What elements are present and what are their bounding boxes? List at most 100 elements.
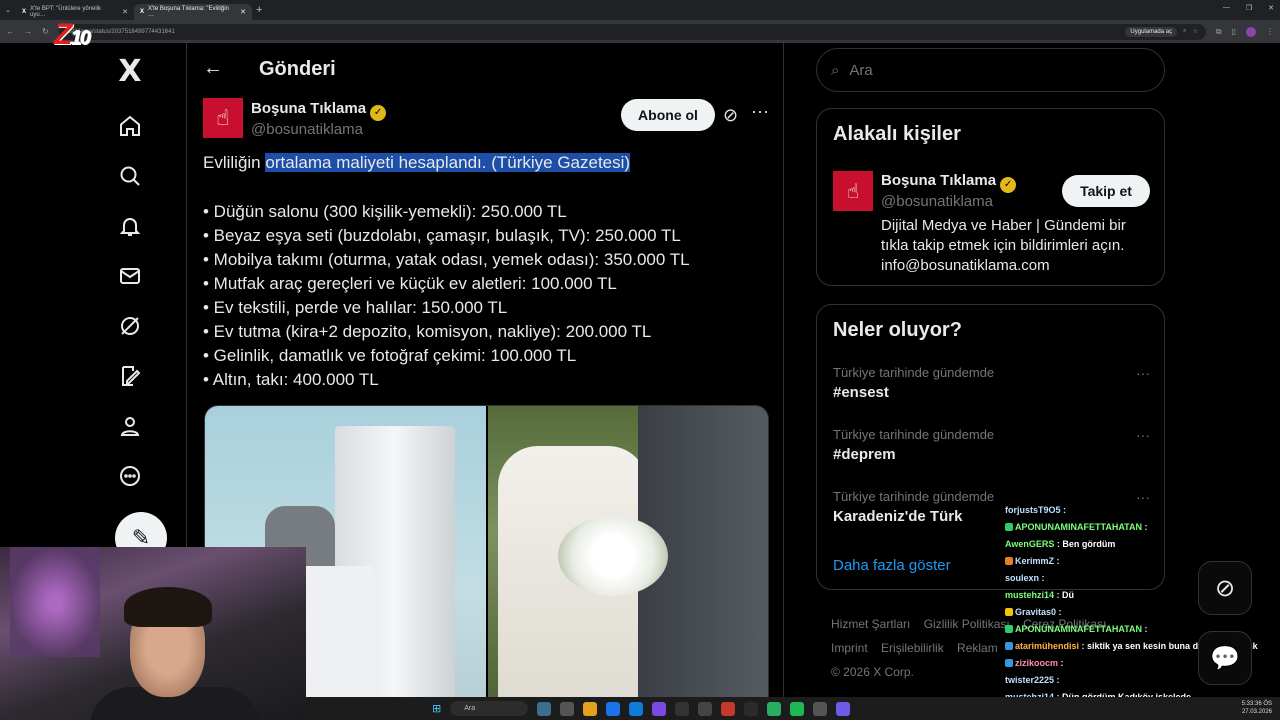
author-name[interactable]: Boşuna Tıklama xyxy=(251,100,366,117)
webcam-overlay xyxy=(0,547,306,720)
taskbar-chrome-icon[interactable] xyxy=(606,701,621,716)
taskbar-app-icon[interactable] xyxy=(698,701,713,716)
more-horizontal-icon[interactable]: ··· xyxy=(751,101,769,122)
list-item: • Mutfak araç gereçleri ve küçük ev alet… xyxy=(203,274,617,293)
tweet-intro: Evliliğin ortalama maliyeti hesaplandı. … xyxy=(203,151,773,175)
taskbar-app-icon[interactable] xyxy=(744,701,759,716)
taskbar-app-icon[interactable] xyxy=(675,701,690,716)
taskbar-edge-icon[interactable] xyxy=(629,701,644,716)
url-text: nstiklama/status/2037518499774431641 xyxy=(66,28,175,35)
minimize-icon[interactable]: — xyxy=(1223,4,1230,12)
more-options-icon[interactable] xyxy=(115,461,145,491)
footer-link[interactable]: Gizlilik Politikası xyxy=(924,617,1010,631)
taskbar-spotify-icon[interactable] xyxy=(790,701,805,716)
chat-message: Ben gördüm xyxy=(1062,539,1116,549)
messages-envelope-icon[interactable] xyxy=(115,261,145,291)
trend-item[interactable]: Türkiye tarihinde gündemde #deprem ··· xyxy=(833,427,1150,463)
subscribe-button[interactable]: Abone ol xyxy=(621,99,715,131)
chat-user: atarimühendisi xyxy=(1015,641,1080,651)
taskbar-folder-icon[interactable] xyxy=(583,701,598,716)
taskbar-app-icon[interactable] xyxy=(652,701,667,716)
list-item: • Düğün salonu (300 kişilik-yemekli): 25… xyxy=(203,202,567,221)
clock-date: 27.03.2026 xyxy=(1241,709,1272,715)
list-item: • Gelinlik, damatlık ve fotoğraf çekimi:… xyxy=(203,346,577,365)
tab-list-dropdown-icon[interactable]: ⌄ xyxy=(0,6,16,14)
chat-user: APONUNAMINAFETTAHATAN xyxy=(1015,624,1142,634)
zoom-icon[interactable]: ⌕ xyxy=(1183,28,1186,35)
follow-button[interactable]: Takip et xyxy=(1062,175,1150,207)
forward-nav-icon[interactable]: → xyxy=(24,27,32,36)
footer-link[interactable]: Erişilebilirlik xyxy=(881,641,944,655)
verified-badge-icon: ✓ xyxy=(370,105,387,121)
author-name-row[interactable]: Boşuna Tıklama ✓ xyxy=(251,100,387,121)
reload-icon[interactable]: ↻ xyxy=(42,27,49,36)
extensions-icon[interactable]: ⧉ xyxy=(1216,27,1222,37)
browser-tabbar: ⌄ X X'te BPT: "Ünlülere yönelik uyu… ✕ X… xyxy=(0,0,1280,20)
more-horizontal-icon[interactable]: ··· xyxy=(1136,427,1150,443)
browser-menu-icon[interactable]: ⋮ xyxy=(1266,27,1274,37)
chat-user: mustehzi14 xyxy=(1005,590,1055,600)
wedding-image[interactable] xyxy=(486,406,768,719)
more-horizontal-icon[interactable]: ··· xyxy=(1136,365,1150,381)
messages-floating-button[interactable]: 💬 xyxy=(1198,631,1252,685)
related-people-card: Alakalı kişiler ☝ Boşuna Tıklama ✓ @bosun… xyxy=(816,108,1165,286)
bookmark-star-icon[interactable]: ☆ xyxy=(1192,28,1197,35)
profile-icon[interactable] xyxy=(115,411,145,441)
trend-name[interactable]: #deprem xyxy=(833,446,1150,463)
grok-icon[interactable]: ⊘ xyxy=(723,105,738,126)
related-name-row[interactable]: Boşuna Tıklama ✓ xyxy=(881,172,1017,193)
show-more-link[interactable]: Daha fazla göster xyxy=(833,557,951,574)
chat-message: Dü xyxy=(1062,590,1075,600)
grok-icon[interactable] xyxy=(115,311,145,341)
back-nav-icon[interactable]: ← xyxy=(6,27,14,36)
address-bar[interactable]: nstiklama/status/2037518499774431641 Uyg… xyxy=(58,23,1206,40)
chat-user: AwenGERS xyxy=(1005,539,1055,549)
search-icon[interactable] xyxy=(115,161,145,191)
close-window-icon[interactable]: ✕ xyxy=(1268,4,1274,12)
taskbar-search[interactable]: Ara xyxy=(450,701,529,716)
tab-label: X'te Boşuna Tıklama: "Evliliğin … xyxy=(148,5,229,18)
home-icon[interactable] xyxy=(115,111,145,141)
tab-label: X'te BPT: "Ünlülere yönelik uyu… xyxy=(30,5,101,18)
grok-floating-button[interactable]: ⊘ xyxy=(1198,561,1252,615)
chat-user: soulexn xyxy=(1005,573,1040,583)
taskbar-app-icon[interactable] xyxy=(537,701,552,716)
list-item: • Mobilya takımı (oturma, yatak odası, y… xyxy=(203,250,690,269)
related-name[interactable]: Boşuna Tıklama xyxy=(881,172,996,189)
chat-user: twister2225 xyxy=(1005,675,1055,685)
chat-user: KerimmZ xyxy=(1015,556,1055,566)
back-arrow-icon[interactable]: ← xyxy=(203,57,223,80)
sidepanel-icon[interactable]: ▯ xyxy=(1232,27,1236,37)
windows-start-icon[interactable]: ⊞ xyxy=(432,702,441,715)
maximize-icon[interactable]: ❐ xyxy=(1246,4,1252,12)
close-tab-icon[interactable]: ✕ xyxy=(122,8,128,16)
x-logo-icon[interactable]: X xyxy=(115,54,145,89)
footer-link[interactable]: Reklam xyxy=(957,641,998,655)
taskbar-app-icon[interactable] xyxy=(836,701,851,716)
search-input[interactable]: ⌕ Ara xyxy=(816,48,1165,92)
footer-link[interactable]: Hizmet Şartları xyxy=(831,617,910,631)
notifications-bell-icon[interactable] xyxy=(115,211,145,241)
author-avatar[interactable]: ☝ xyxy=(203,98,243,138)
taskbar-app-icon[interactable] xyxy=(721,701,736,716)
open-in-app-button[interactable]: Uygulamada aç xyxy=(1125,26,1178,37)
new-tab-button[interactable]: + xyxy=(256,4,262,16)
communities-edit-icon[interactable] xyxy=(115,361,145,391)
trend-name[interactable]: #ensest xyxy=(833,384,1150,401)
related-handle[interactable]: @bosunatiklama xyxy=(881,193,993,210)
list-item: • Ev tekstili, perde ve halılar: 150.000… xyxy=(203,298,508,317)
browser-tab-2[interactable]: X X'te Boşuna Tıklama: "Evliliğin … ✕ xyxy=(134,3,252,20)
chat-line: forjustsT9O5 : xyxy=(1005,505,1067,515)
related-avatar[interactable]: ☝ xyxy=(833,171,873,211)
footer-link[interactable]: Imprint xyxy=(831,641,868,655)
clock-time: 5:33:36 ÖS xyxy=(1241,701,1272,707)
taskbar-app-icon[interactable] xyxy=(767,701,782,716)
profile-avatar[interactable] xyxy=(1246,26,1256,37)
taskbar-app-icon[interactable] xyxy=(560,701,575,716)
trend-item[interactable]: Türkiye tarihinde gündemde #ensest ··· xyxy=(833,365,1150,401)
close-tab-icon[interactable]: ✕ xyxy=(240,8,246,16)
taskbar-app-icon[interactable] xyxy=(813,701,828,716)
browser-toolbar: ← → ↻ nstiklama/status/20375184997744316… xyxy=(0,20,1280,43)
taskbar-clock[interactable]: 5:33:36 ÖS 27.03.2026 xyxy=(1242,700,1272,716)
author-handle[interactable]: @bosunatiklama xyxy=(251,121,363,138)
